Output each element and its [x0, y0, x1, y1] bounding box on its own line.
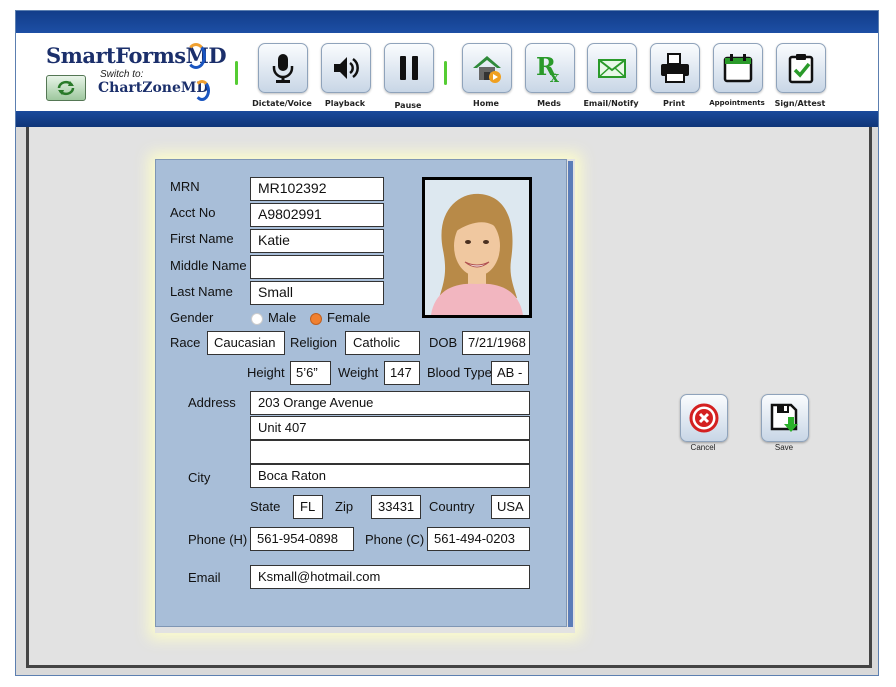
cancel-x-icon — [689, 403, 719, 433]
last-name-field[interactable]: Small — [250, 281, 384, 305]
pause-button[interactable] — [384, 43, 434, 93]
gender-label: Gender — [170, 310, 214, 325]
save-disk-icon — [770, 403, 798, 432]
alt-logo-swoosh-icon — [194, 80, 210, 101]
email-address-label: Email — [188, 570, 221, 585]
toolbar: SmartFormsMD Switch to: ChartZoneMD Dict… — [16, 33, 878, 111]
home-icon — [473, 56, 501, 83]
sign-label: Sign/Attest — [774, 99, 826, 108]
title-band — [16, 11, 878, 33]
zip-field[interactable]: 33431 — [371, 495, 421, 519]
blood-type-label: Blood Type — [427, 365, 492, 380]
switch-icon — [57, 80, 75, 96]
height-field[interactable]: 5’6” — [290, 361, 331, 385]
address-line-2-field[interactable]: Unit 407 — [250, 416, 530, 440]
svg-text:x: x — [550, 68, 560, 85]
print-button[interactable] — [650, 43, 700, 93]
printer-icon — [661, 53, 689, 83]
religion-label: Religion — [290, 335, 337, 350]
patient-portrait — [425, 180, 529, 315]
gender-male-label: Male — [268, 310, 297, 325]
middle-name-label: Middle Name — [170, 258, 247, 273]
weight-label: Weight — [338, 365, 379, 380]
country-label: Country — [429, 499, 475, 514]
calendar-icon — [723, 54, 753, 83]
dictate-button[interactable] — [258, 43, 308, 93]
app-logo: SmartFormsMD Switch to: ChartZoneMD — [46, 41, 227, 101]
home-button[interactable] — [462, 43, 512, 93]
email-button[interactable] — [587, 43, 637, 93]
first-name-field[interactable]: Katie — [250, 229, 384, 253]
address-line-1-field[interactable]: 203 Orange Avenue — [250, 391, 530, 415]
city-field[interactable]: Boca Raton — [250, 464, 530, 488]
header-band — [16, 111, 878, 127]
phone-home-field[interactable]: 561-954-0898 — [250, 527, 354, 551]
blood-type-field[interactable]: AB - — [491, 361, 529, 385]
phone-cell-field[interactable]: 561-494-0203 — [427, 527, 530, 551]
clipboard-check-icon — [788, 54, 814, 84]
toolbar-separator — [444, 61, 447, 85]
race-label: Race — [170, 335, 201, 350]
gender-male-radio[interactable] — [251, 313, 263, 325]
alt-app-name[interactable]: ChartZoneMD — [98, 80, 209, 96]
state-label: State — [250, 499, 281, 514]
toolbar-separator — [235, 61, 238, 85]
playback-button[interactable] — [321, 43, 371, 93]
last-name-label: Last Name — [170, 284, 233, 299]
phone-cell-label: Phone (C) — [365, 532, 425, 547]
address-label: Address — [188, 395, 236, 410]
phone-home-label: Phone (H) — [188, 532, 248, 547]
gender-female-label: Female — [327, 310, 371, 325]
logo-swoosh-icon — [186, 43, 206, 69]
religion-field[interactable]: Catholic — [345, 331, 420, 355]
cancel-label: Cancel — [690, 443, 716, 452]
patient-photo — [422, 177, 532, 318]
zip-label: Zip — [335, 499, 354, 514]
height-label: Height — [247, 365, 285, 380]
save-button[interactable] — [761, 394, 809, 442]
city-label: City — [188, 470, 211, 485]
dob-label: DOB — [429, 335, 458, 350]
race-field[interactable]: Caucasian — [207, 331, 285, 355]
cancel-button[interactable] — [680, 394, 728, 442]
first-name-label: First Name — [170, 231, 234, 246]
dob-field[interactable]: 7/21/1968 — [462, 331, 530, 355]
switch-to-label: Switch to: — [100, 69, 144, 80]
switch-app-button[interactable] — [46, 75, 86, 101]
middle-name-field[interactable] — [250, 255, 384, 279]
gender-female-radio[interactable] — [310, 313, 322, 325]
email-address-field[interactable]: Ksmall@hotmail.com — [250, 565, 530, 589]
appointments-button[interactable] — [713, 43, 763, 93]
save-label: Save — [774, 443, 794, 452]
app-window: SmartFormsMD Switch to: ChartZoneMD Dict… — [15, 10, 879, 676]
sign-button[interactable] — [776, 43, 826, 93]
pause-icon — [400, 56, 418, 80]
state-field[interactable]: FL — [293, 495, 323, 519]
acct-label: Acct No — [170, 205, 216, 220]
rx-icon: R x — [536, 52, 560, 85]
pause-label: Pause — [394, 101, 422, 110]
address-line-3-field[interactable] — [250, 440, 530, 464]
country-field[interactable]: USA — [491, 495, 530, 519]
mrn-label: MRN — [170, 179, 200, 194]
meds-button[interactable]: R x — [525, 43, 575, 93]
form-scrollbar[interactable] — [568, 161, 573, 627]
envelope-icon — [598, 59, 626, 78]
weight-field[interactable]: 147 — [384, 361, 420, 385]
speaker-icon — [334, 57, 359, 79]
mrn-field[interactable]: MR102392 — [250, 177, 384, 201]
acct-field[interactable]: A9802991 — [250, 203, 384, 227]
microphone-icon — [272, 54, 294, 83]
